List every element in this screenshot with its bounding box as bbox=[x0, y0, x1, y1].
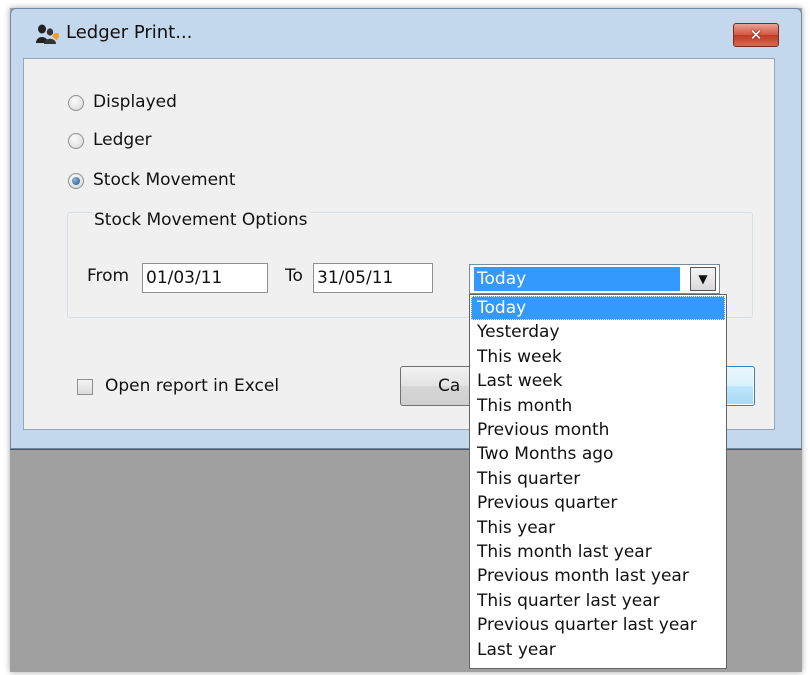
close-icon: ✕ bbox=[749, 26, 763, 44]
to-label: To bbox=[285, 266, 303, 286]
from-date-input[interactable] bbox=[142, 263, 268, 293]
chevron-down-icon: ▼ bbox=[698, 272, 708, 286]
dialog-titlebar[interactable]: Ledger Print... ✕ bbox=[11, 9, 801, 57]
stock-movement-options-legend: Stock Movement Options bbox=[92, 210, 310, 230]
dropdown-option[interactable]: This quarter bbox=[471, 467, 725, 491]
dialog-title: Ledger Print... bbox=[66, 22, 193, 43]
to-date-input[interactable] bbox=[313, 263, 433, 293]
date-range-dropdown-list[interactable]: Today Yesterday This week Last week This… bbox=[469, 294, 727, 669]
dropdown-option[interactable]: This quarter last year bbox=[471, 589, 725, 613]
radio-stock-movement-label: Stock Movement bbox=[93, 170, 236, 190]
dropdown-option[interactable]: Previous month bbox=[471, 418, 725, 442]
date-range-select[interactable]: Today ▼ bbox=[469, 264, 720, 294]
dropdown-option[interactable]: Previous quarter bbox=[471, 491, 725, 515]
dropdown-option[interactable]: This month bbox=[471, 394, 725, 418]
dropdown-option[interactable]: Two Months ago bbox=[471, 442, 725, 466]
screenshot-canvas: Ledger Print... ✕ Displayed Ledger Stock… bbox=[0, 0, 810, 675]
date-range-selected-value: Today bbox=[474, 267, 680, 291]
dropdown-option[interactable]: Yesterday bbox=[471, 320, 725, 344]
open-in-excel-label: Open report in Excel bbox=[105, 376, 280, 396]
dropdown-option[interactable]: Last year bbox=[471, 638, 725, 662]
dropdown-arrow-button[interactable]: ▼ bbox=[690, 267, 716, 291]
app-icon bbox=[36, 24, 59, 44]
radio-stock-movement-button[interactable] bbox=[68, 173, 84, 189]
dropdown-option[interactable]: This week bbox=[471, 345, 725, 369]
open-in-excel-checkbox[interactable] bbox=[77, 379, 93, 395]
dropdown-option[interactable]: Last week bbox=[471, 369, 725, 393]
dropdown-option[interactable]: This year bbox=[471, 516, 725, 540]
dropdown-option[interactable]: Previous quarter last year bbox=[471, 613, 725, 637]
dropdown-option[interactable]: Previous month last year bbox=[471, 564, 725, 588]
from-label: From bbox=[87, 266, 130, 286]
radio-ledger-button[interactable] bbox=[68, 133, 84, 149]
dropdown-option[interactable]: Today bbox=[471, 296, 725, 321]
radio-ledger-label: Ledger bbox=[93, 130, 152, 150]
close-button[interactable]: ✕ bbox=[733, 23, 779, 47]
radio-displayed-label: Displayed bbox=[93, 92, 177, 112]
cancel-button-label: Ca bbox=[438, 376, 461, 396]
radio-displayed-button[interactable] bbox=[68, 95, 84, 111]
dropdown-option[interactable]: This month last year bbox=[471, 540, 725, 564]
